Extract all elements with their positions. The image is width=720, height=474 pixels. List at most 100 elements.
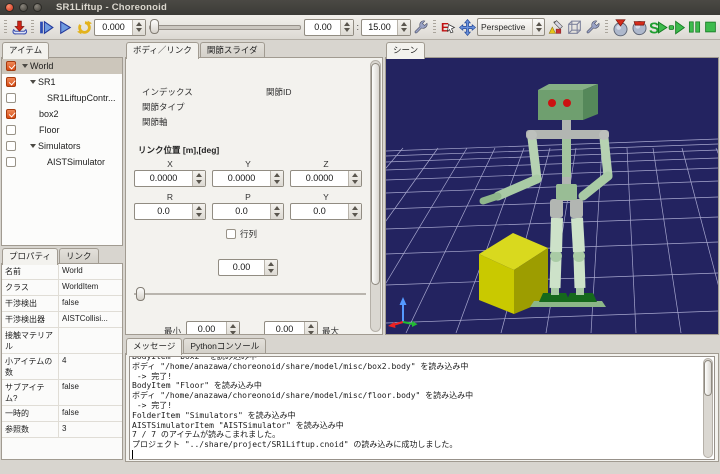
- start-simulation-button[interactable]: S: [649, 18, 667, 37]
- joint-slider-handle[interactable]: [136, 287, 145, 301]
- item-checkbox[interactable]: [6, 109, 16, 119]
- console-scrollbar[interactable]: [703, 358, 713, 458]
- time-settings-button[interactable]: [412, 18, 430, 37]
- body-panel-scrollbar[interactable]: [370, 60, 381, 332]
- pause-simulation-button[interactable]: [687, 18, 702, 37]
- item-checkbox[interactable]: [6, 141, 16, 151]
- collision-view-button[interactable]: [565, 18, 583, 37]
- toolbar-grip[interactable]: [605, 20, 608, 35]
- save-project-button[interactable]: [10, 18, 28, 37]
- yaw-spinbox[interactable]: 0.0: [290, 203, 362, 220]
- play-button[interactable]: [56, 18, 74, 37]
- resume-simulation-button[interactable]: [668, 18, 686, 37]
- current-time-spinbox[interactable]: 0.000: [94, 19, 146, 36]
- tab-items[interactable]: アイテム: [2, 42, 49, 59]
- tab-property[interactable]: プロパティ: [2, 248, 58, 265]
- property-row[interactable]: 参照数3: [2, 422, 122, 438]
- tab-body-link[interactable]: ボディ／リンク: [126, 42, 199, 59]
- message-console[interactable]: BodyItem "box2" を読み込み中 ボディ "/home/anazaw…: [129, 356, 715, 460]
- window-minimize-button[interactable]: [19, 3, 28, 12]
- main-toolbar: 0.000 0.00 : 15.00 E Perspective: [0, 15, 720, 40]
- property-row[interactable]: 小アイテムの数4: [2, 354, 122, 380]
- property-row[interactable]: サブアイテム?false: [2, 380, 122, 406]
- spin-buttons[interactable]: [348, 171, 361, 186]
- play-from-start-button[interactable]: [37, 18, 55, 37]
- spin-buttons[interactable]: [132, 20, 145, 35]
- z-position-spinbox[interactable]: 0.0000: [290, 170, 362, 187]
- scene-edit-button[interactable]: [546, 18, 564, 37]
- edit-mode-button[interactable]: E: [439, 18, 457, 37]
- spin-buttons[interactable]: [270, 171, 283, 186]
- spin-buttons[interactable]: [304, 322, 317, 335]
- property-row[interactable]: 干渉検出false: [2, 296, 122, 312]
- property-row[interactable]: 一時的false: [2, 406, 122, 422]
- x-position-spinbox[interactable]: 0.0000: [134, 170, 206, 187]
- console-line: AISTSimulatorItem "AISTSimulator" を読み込み中: [130, 421, 714, 431]
- expand-arrow-icon[interactable]: [30, 144, 36, 148]
- spin-buttons[interactable]: [397, 20, 410, 35]
- item-checkbox[interactable]: [6, 93, 16, 103]
- pitch-spinbox[interactable]: 0.0: [212, 203, 284, 220]
- spin-buttons[interactable]: [192, 171, 205, 186]
- min-label: 最小: [164, 325, 181, 335]
- window-maximize-button[interactable]: [33, 3, 42, 12]
- tab-joint-slider[interactable]: 関節スライダ: [200, 42, 265, 58]
- toolbar-grip[interactable]: [31, 20, 34, 35]
- item-checkbox[interactable]: [6, 157, 16, 167]
- time-range-end-spinbox[interactable]: 15.00: [361, 19, 411, 36]
- expand-arrow-icon[interactable]: [30, 80, 36, 84]
- text-cursor: [132, 450, 133, 459]
- matrix-checkbox-row[interactable]: 行列: [226, 228, 257, 240]
- tab-link[interactable]: リンク: [59, 248, 99, 264]
- joint-angle-spinbox[interactable]: 0.00: [218, 259, 278, 276]
- y-position-spinbox[interactable]: 0.0000: [212, 170, 284, 187]
- toolbar-grip[interactable]: [433, 20, 436, 35]
- tree-item-sr1[interactable]: SR1: [2, 74, 122, 90]
- expand-arrow-icon[interactable]: [22, 64, 28, 68]
- spin-buttons[interactable]: [226, 322, 239, 335]
- body-state-restore-button[interactable]: [630, 18, 648, 37]
- spin-buttons[interactable]: [192, 204, 205, 219]
- stop-simulation-button[interactable]: [703, 18, 718, 37]
- max-spinbox[interactable]: 0.00: [264, 321, 318, 335]
- tab-message[interactable]: メッセージ: [126, 338, 182, 355]
- item-checkbox[interactable]: [6, 77, 16, 87]
- spin-buttons[interactable]: [340, 20, 353, 35]
- tab-scene[interactable]: シーン: [386, 42, 425, 59]
- tree-item-aistsimulator[interactable]: AISTSimulator: [2, 154, 122, 170]
- min-spinbox[interactable]: 0.00: [186, 321, 240, 335]
- spin-buttons[interactable]: [264, 260, 277, 275]
- scene-3d-viewport[interactable]: [386, 58, 718, 334]
- item-checkbox[interactable]: [6, 61, 16, 71]
- tree-item-world[interactable]: World: [2, 58, 122, 74]
- refresh-button[interactable]: [75, 18, 93, 37]
- tree-item-simulators[interactable]: Simulators: [2, 138, 122, 154]
- spin-buttons[interactable]: [348, 204, 361, 219]
- tree-item-box2[interactable]: box2: [2, 106, 122, 122]
- item-checkbox[interactable]: [6, 125, 16, 135]
- roll-spinbox[interactable]: 0.0: [134, 203, 206, 220]
- window-close-button[interactable]: [5, 3, 14, 12]
- matrix-checkbox[interactable]: [226, 229, 236, 239]
- joint-angle-slider[interactable]: [134, 286, 366, 302]
- time-range-start-spinbox[interactable]: 0.00: [304, 19, 354, 36]
- scrollbar-thumb[interactable]: [704, 360, 712, 396]
- property-row[interactable]: 名前World: [2, 264, 122, 280]
- time-slider[interactable]: [147, 18, 303, 36]
- scene-settings-button[interactable]: [584, 18, 602, 37]
- tab-python-console[interactable]: Pythonコンソール: [183, 338, 266, 354]
- time-slider-handle[interactable]: [150, 19, 159, 34]
- camera-select-value: Perspective: [478, 22, 532, 32]
- spin-buttons[interactable]: [270, 204, 283, 219]
- property-row[interactable]: クラスWorldItem: [2, 280, 122, 296]
- tree-item-sr1liftupcontroller[interactable]: SR1LiftupContr...: [2, 90, 122, 106]
- property-row[interactable]: 接触マテリアル: [2, 328, 122, 354]
- toolbar-grip[interactable]: [4, 20, 7, 35]
- translation-mode-button[interactable]: [458, 18, 476, 37]
- item-tree: World SR1 SR1LiftupContr... box2 Floor: [2, 58, 122, 245]
- camera-select-combobox[interactable]: Perspective: [477, 18, 545, 36]
- tree-item-floor[interactable]: Floor: [2, 122, 122, 138]
- property-row[interactable]: 干渉検出器AISTCollisi...: [2, 312, 122, 328]
- body-state-store-button[interactable]: [611, 18, 629, 37]
- scrollbar-thumb[interactable]: [371, 63, 380, 285]
